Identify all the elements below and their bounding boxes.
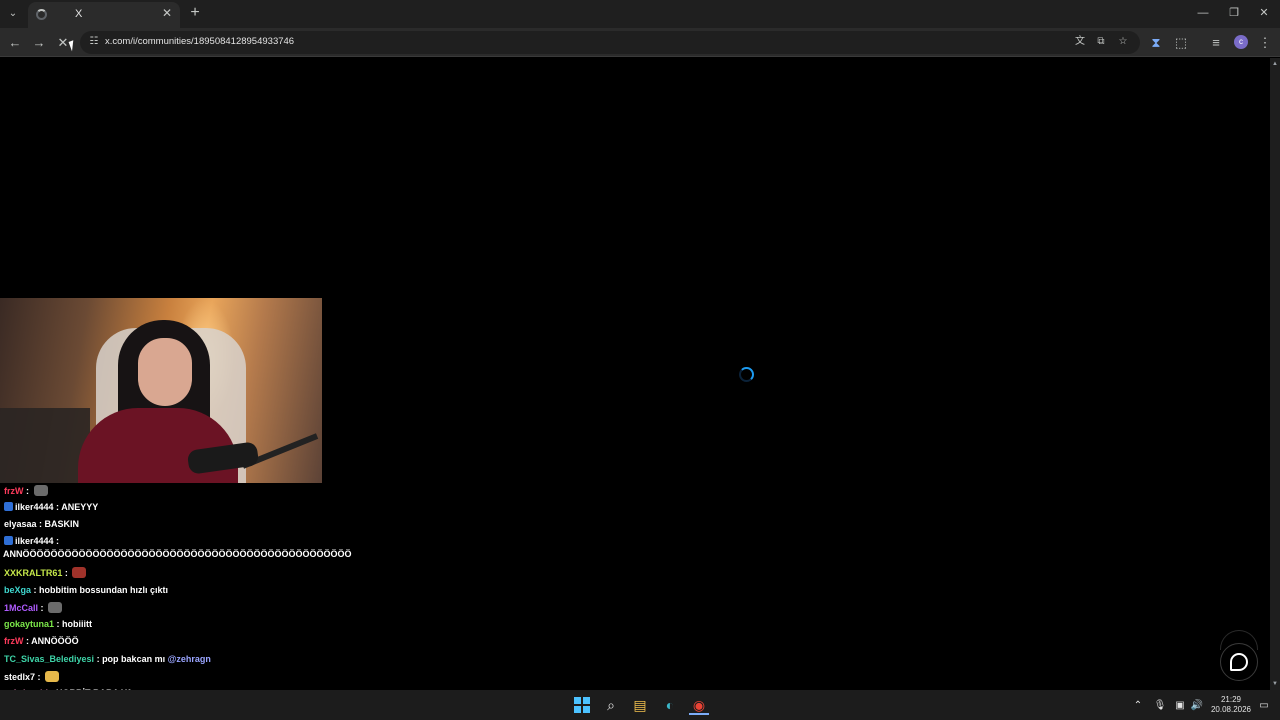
clock-time: 21:29: [1220, 695, 1242, 704]
tab-loading-spinner-icon: [36, 9, 47, 20]
chat-message: ANNÖÖÖÖÖÖÖÖÖÖÖÖÖÖÖÖÖÖÖÖÖÖÖÖÖÖÖÖÖÖÖÖÖÖÖÖÖ…: [3, 549, 352, 559]
file-explorer-folder-icon[interactable]: ▤: [630, 695, 650, 715]
media-icon[interactable]: ⧗: [1146, 33, 1166, 53]
search-icon[interactable]: ⌕: [601, 695, 621, 715]
webcam-shirt: [78, 408, 238, 483]
chat-text: hobiiitt: [62, 619, 93, 629]
network-icon[interactable]: ▣: [1173, 699, 1187, 713]
browser-toolbar: ← → ✕ ☷ x.com/i/communities/189508412895…: [0, 28, 1280, 57]
chat-text: pop bakcan mı: [102, 654, 166, 664]
chat-separator: :: [94, 654, 103, 664]
chat-emote-icon: [72, 567, 87, 578]
address-bar[interactable]: ☷ x.com/i/communities/189508412895493374…: [80, 31, 1140, 54]
microphone-icon[interactable]: 🎙: [1153, 699, 1167, 713]
minimize-icon[interactable]: —: [1191, 4, 1215, 22]
chat-mention: @zehragn: [167, 654, 211, 664]
forward-arrow-right-icon[interactable]: →: [29, 33, 49, 53]
new-tab-plus-icon[interactable]: +: [186, 4, 204, 22]
chat-message: beXga : hobbitim bossundan hızlı çıktı: [4, 585, 168, 595]
chat-emote-icon: [33, 485, 48, 496]
back-arrow-left-icon[interactable]: ←: [5, 33, 25, 53]
chat-text: ANNÖÖÖÖÖÖÖÖÖÖÖÖÖÖÖÖÖÖÖÖÖÖÖÖÖÖÖÖÖÖÖÖÖÖÖÖÖ…: [3, 549, 352, 559]
chat-message: frzW : ANNÖÖÖÖ: [4, 636, 79, 646]
chat-username: stedlx7: [4, 672, 36, 682]
loading-spinner-icon: [739, 367, 754, 382]
url-text[interactable]: x.com/i/communities/1895084128954933746: [105, 36, 294, 47]
chat-text: ANEYYY: [61, 502, 99, 512]
chat-text: BASKIN: [44, 519, 80, 529]
tab-x[interactable]: X ✕: [28, 2, 180, 28]
chat-message: frzW :: [4, 485, 48, 496]
scroll-up-icon[interactable]: ▲: [1271, 60, 1279, 68]
chat-message: TC_Sivas_Belediyesi : pop bakcan mı @zeh…: [4, 654, 211, 664]
tab-search-chevron-down-icon[interactable]: ⌄: [4, 5, 22, 23]
chat-username: ilker4444: [15, 536, 54, 546]
windows-taskbar: ⌕ ▤ ◐ ◉ ⌃ 🎙 ▣ 🔊 21:29 20.08.2026 ▭: [0, 690, 1280, 720]
install-app-icon[interactable]: ⧉: [1093, 34, 1109, 50]
messages-button[interactable]: [1220, 643, 1258, 681]
chat-emote-icon: [45, 671, 60, 682]
chat-message: stedlx7 :: [4, 671, 60, 682]
chat-separator: :: [36, 519, 45, 529]
page-scrollbar[interactable]: ▲ ▼: [1270, 58, 1280, 690]
chat-separator: :: [31, 585, 40, 595]
chat-username: beXga: [4, 585, 32, 595]
tab-close-icon[interactable]: ✕: [160, 6, 174, 20]
chat-message: XXKRALTR61 :: [4, 567, 87, 578]
chat-message: ilker4444 : ANEYYY: [4, 502, 98, 512]
chat-username: ilker4444: [15, 502, 54, 512]
chat-username: TC_Sivas_Belediyesi: [4, 654, 95, 664]
chat-username: frzW: [4, 486, 24, 496]
chat-emote-icon: [48, 602, 63, 613]
chat-message: gokaytuna1 : hobiiitt: [4, 619, 92, 629]
tab-title: X: [75, 8, 83, 20]
chat-message: 1McCall :: [4, 602, 63, 613]
tab-search-icon[interactable]: ≡: [1206, 33, 1226, 53]
system-clock[interactable]: 21:29 20.08.2026: [1206, 695, 1256, 715]
chat-separator: :: [53, 536, 60, 546]
chat-message: elyasaa : BASKIN: [4, 519, 79, 529]
scroll-down-icon[interactable]: ▼: [1271, 680, 1279, 688]
translate-icon[interactable]: 文: [1072, 34, 1088, 50]
chat-separator: :: [62, 568, 71, 578]
extensions-puzzle-icon[interactable]: ⬚: [1171, 33, 1191, 53]
chat-message: ilker4444 :: [4, 536, 59, 546]
tab-strip: ⌄ X ✕ + — ❐ ✕: [0, 0, 1280, 28]
chat-separator: :: [35, 672, 44, 682]
restore-icon[interactable]: ❐: [1222, 4, 1246, 22]
chat-separator: :: [23, 486, 32, 496]
volume-icon[interactable]: 🔊: [1190, 699, 1204, 713]
webcam-overlay: [0, 298, 322, 483]
chat-username: gokaytuna1: [4, 619, 55, 629]
subscriber-badge-icon: [4, 502, 13, 511]
start-windows-icon[interactable]: [574, 697, 590, 713]
chat-bubble-icon: [1230, 653, 1248, 671]
chat-separator: :: [54, 619, 63, 629]
menu-kebab-icon[interactable]: ⋮: [1255, 33, 1275, 53]
chat-username: frzW: [4, 636, 24, 646]
notifications-icon[interactable]: ▭: [1257, 699, 1271, 713]
chat-username: elyasaa: [4, 519, 37, 529]
profile-avatar[interactable]: c: [1234, 35, 1248, 49]
chat-separator: :: [38, 603, 47, 613]
chat-text: ANNÖÖÖÖ: [31, 636, 79, 646]
edge-browser-icon[interactable]: ◐: [660, 695, 680, 715]
stream-chat-overlay: frzW : ilker4444 : ANEYYY elyasaa : BASKI…: [0, 483, 352, 720]
tray-chevron-up-icon[interactable]: ⌃: [1131, 699, 1145, 713]
subscriber-badge-icon: [4, 536, 13, 545]
bookmark-star-icon[interactable]: ☆: [1115, 34, 1131, 50]
window-close-icon[interactable]: ✕: [1252, 4, 1276, 22]
chat-username: XXKRALTR61: [4, 568, 63, 578]
webcam-desk: [0, 408, 90, 483]
chat-username: 1McCall: [4, 603, 39, 613]
chat-text: hobbitim bossundan hızlı çıktı: [39, 585, 169, 595]
chrome-browser-icon[interactable]: ◉: [689, 695, 709, 715]
site-info-tune-icon[interactable]: ☷: [86, 34, 102, 50]
clock-date: 20.08.2026: [1210, 705, 1252, 714]
webcam-face: [138, 338, 192, 406]
